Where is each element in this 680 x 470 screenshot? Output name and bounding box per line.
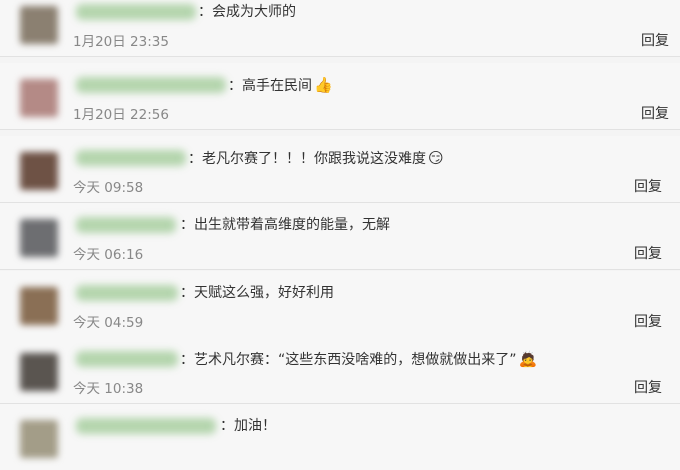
bowing-person-icon: 🙇 [518, 350, 538, 368]
comment-item: ：加油！ [0, 404, 680, 470]
username-blurred[interactable] [76, 217, 176, 233]
comment-time: 今天 06:16 [73, 247, 144, 263]
comment-item: ：天赋这么强，好好利用 今天 04:59 回复 [0, 271, 680, 338]
comment-text: ：老凡尔赛了！！！你跟我说这没难度 😏 [188, 149, 444, 167]
avatar[interactable] [20, 79, 58, 117]
comment-text: ：高手在民间 👍 [228, 76, 333, 94]
avatar[interactable] [20, 6, 58, 44]
thumbs-up-icon: 👍 [314, 76, 333, 94]
username-blurred[interactable] [76, 418, 216, 434]
comment-time: 今天 04:59 [73, 315, 144, 331]
comment-text: ：天赋这么强，好好利用 [180, 285, 334, 301]
avatar[interactable] [20, 152, 58, 190]
comment-item: ：会成为大师的 1月20日 23:35 回复 [0, 0, 680, 57]
reply-button[interactable]: 回复 [634, 243, 662, 263]
comment-item: ：高手在民间 👍 1月20日 22:56 回复 [0, 63, 680, 130]
comment-text: ：出生就带着高维度的能量，无解 [180, 217, 390, 233]
comment-time: 今天 09:58 [73, 180, 144, 196]
reply-button[interactable]: 回复 [634, 311, 662, 331]
comment-item: ：老凡尔赛了！！！你跟我说这没难度 😏 今天 09:58 回复 [0, 136, 680, 203]
smirk-emoji-icon: 😏 [428, 149, 444, 167]
reply-button[interactable]: 回复 [634, 176, 662, 196]
comment-text: ：加油！ [220, 418, 276, 434]
reply-button[interactable]: 回复 [641, 103, 669, 123]
comment-text: ：艺术凡尔赛：“这些东西没啥难的，想做就做出来了” 🙇 [180, 350, 538, 368]
comment-time: 1月20日 22:56 [73, 107, 169, 123]
comment-item: ：出生就带着高维度的能量，无解 今天 06:16 回复 [0, 203, 680, 270]
avatar[interactable] [20, 420, 58, 458]
avatar[interactable] [20, 287, 58, 325]
username-blurred[interactable] [76, 4, 196, 20]
comment-item: ：艺术凡尔赛：“这些东西没啥难的，想做就做出来了” 🙇 今天 10:38 回复 [0, 337, 680, 404]
username-blurred[interactable] [76, 150, 186, 166]
username-blurred[interactable] [76, 285, 178, 301]
comment-time: 1月20日 23:35 [73, 34, 169, 50]
avatar[interactable] [20, 219, 58, 257]
comment-text: ：会成为大师的 [198, 4, 296, 20]
comment-time: 今天 10:38 [73, 381, 144, 397]
reply-button[interactable]: 回复 [634, 377, 662, 397]
reply-button[interactable]: 回复 [641, 30, 669, 50]
avatar[interactable] [20, 353, 58, 391]
username-blurred[interactable] [76, 77, 226, 93]
username-blurred[interactable] [76, 351, 178, 367]
